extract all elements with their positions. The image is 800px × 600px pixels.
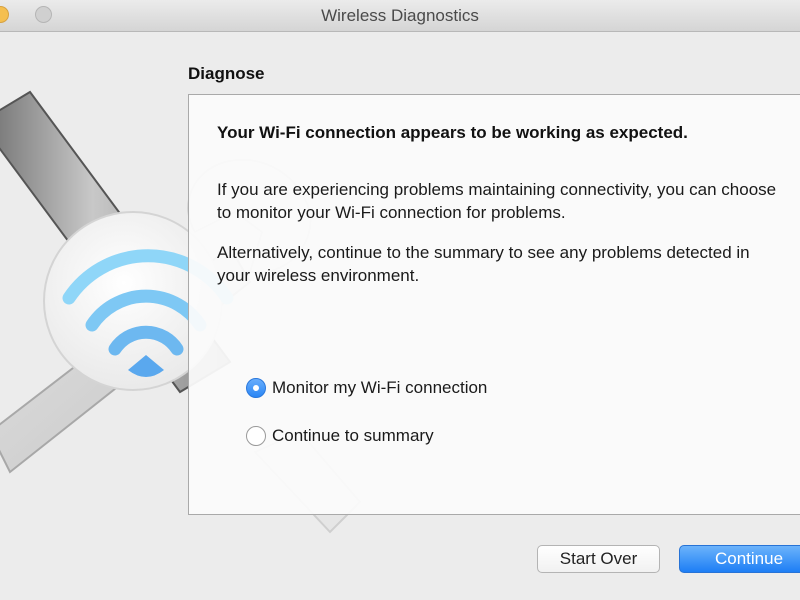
- continue-to-summary-option[interactable]: Continue to summary: [246, 424, 434, 448]
- monitor-wifi-option[interactable]: Monitor my Wi-Fi connection: [246, 376, 487, 400]
- title-bar: Wireless Diagnostics: [0, 0, 800, 32]
- start-over-button[interactable]: Start Over: [537, 545, 660, 573]
- summary-description: Alternatively, continue to the summary t…: [217, 243, 750, 285]
- monitor-wifi-label[interactable]: Monitor my Wi-Fi connection: [272, 378, 487, 398]
- radio-button-selected[interactable]: [246, 378, 266, 398]
- status-headline: Your Wi-Fi connection appears to be work…: [217, 123, 688, 142]
- continue-button[interactable]: Continue: [679, 545, 800, 573]
- section-title: Diagnose: [188, 64, 265, 83]
- window-title: Wireless Diagnostics: [321, 6, 479, 25]
- radio-button-unselected[interactable]: [246, 426, 266, 446]
- continue-to-summary-label[interactable]: Continue to summary: [272, 426, 434, 446]
- monitor-description: If you are experiencing problems maintai…: [217, 180, 777, 222]
- diagnose-panel: Your Wi-Fi connection appears to be work…: [188, 94, 800, 515]
